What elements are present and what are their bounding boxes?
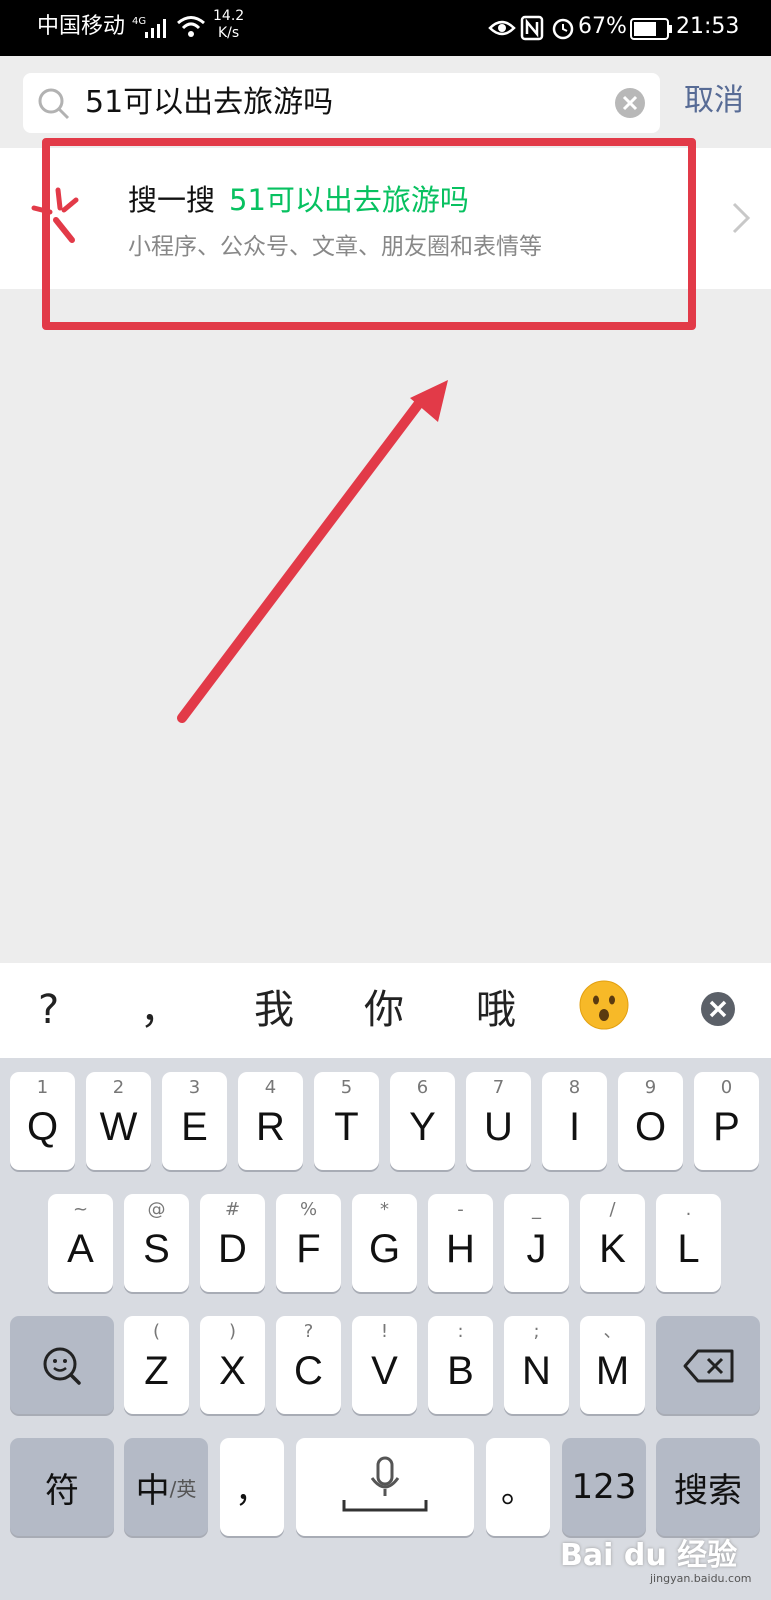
battery-icon [630, 18, 672, 40]
key-h[interactable]: -H [428, 1194, 493, 1292]
key-n[interactable]: ; N [504, 1316, 569, 1414]
wifi-icon [177, 16, 205, 37]
key-l[interactable]: .L [656, 1194, 721, 1292]
symbol-key[interactable]: 符 [10, 1438, 114, 1536]
candidate-wo[interactable]: 我 [254, 987, 294, 1033]
key-q[interactable]: 1Q [10, 1072, 75, 1170]
cancel-button[interactable]: 取消 [684, 83, 744, 119]
alarm-icon [552, 18, 574, 40]
clear-icon[interactable] [614, 87, 646, 119]
key-y[interactable]: 6Y [390, 1072, 455, 1170]
smiley-search-icon [43, 1347, 81, 1385]
clock: 21:53 [676, 14, 740, 39]
annotation-arrow [177, 380, 448, 723]
key-s[interactable]: @ S [124, 1194, 189, 1292]
search-icon [38, 88, 70, 120]
nfc-icon [520, 15, 544, 41]
baidu-jingyan-watermark: Bai du 经验 [560, 1538, 738, 1573]
lang-alt-label: /英 [169, 1476, 197, 1501]
candidate-question[interactable]: ? [38, 987, 59, 1033]
close-candidates-icon[interactable] [700, 991, 736, 1027]
key-p[interactable]: 0P [694, 1072, 759, 1170]
key-k[interactable]: / K [580, 1194, 645, 1292]
number-key[interactable]: 123 [562, 1438, 646, 1536]
key-v[interactable]: ! V [352, 1316, 417, 1414]
keyboard: 1Q 2W 3E 4R 5T 6Y 7U 8I 9O 0P ~ A @ S # D %… [0, 1058, 771, 1600]
backspace-button[interactable] [656, 1316, 760, 1414]
key-x[interactable]: ) X [200, 1316, 265, 1414]
search-input[interactable]: 51可以出去旅游吗 [23, 73, 660, 133]
candidate-o[interactable]: 哦 [476, 987, 516, 1033]
candidate-bar: ? ， 我 你 哦 [0, 963, 771, 1059]
emoji-surprised-icon[interactable] [578, 979, 630, 1031]
microphone-icon [342, 1456, 428, 1512]
signal-icon [145, 19, 166, 38]
candidate-ni[interactable]: 你 [364, 987, 404, 1033]
battery-percent: 67% [578, 14, 627, 39]
search-header: 51可以出去旅游吗 取消 [0, 56, 771, 148]
chevron-right-icon [732, 202, 751, 234]
key-o[interactable]: 9O [618, 1072, 683, 1170]
emoji-keyboard-button[interactable] [10, 1316, 114, 1414]
eye-icon [488, 20, 516, 36]
watermark-site: jingyan.baidu.com [650, 1572, 752, 1585]
key-z[interactable]: (Z [124, 1316, 189, 1414]
language-switch-key[interactable]: 中/英 [124, 1438, 208, 1536]
key-f[interactable]: % F [276, 1194, 341, 1292]
key-u[interactable]: 7U [466, 1072, 531, 1170]
network-speed: 14.2 K/s [213, 8, 245, 41]
key-d[interactable]: # D [200, 1194, 265, 1292]
comma-key[interactable]: ， [220, 1438, 284, 1536]
period-key[interactable]: 。 [486, 1438, 550, 1536]
key-m[interactable]: 、 M [580, 1316, 645, 1414]
lang-main-label: 中 [135, 1470, 170, 1511]
carrier-label: 中国移动 [37, 14, 126, 39]
key-e[interactable]: 3E [162, 1072, 227, 1170]
search-query: 51可以出去旅游吗 [85, 85, 334, 120]
key-i[interactable]: 8I [542, 1072, 607, 1170]
key-w[interactable]: 2W [86, 1072, 151, 1170]
space-key[interactable] [296, 1438, 474, 1536]
backspace-icon [683, 1349, 734, 1383]
status-bar: 中国移动 4G 14.2 K/s 67% 21:53 [0, 0, 771, 56]
key-c[interactable]: ? C [276, 1316, 341, 1414]
annotation-highlight-box [42, 138, 696, 330]
key-a[interactable]: ~ A [48, 1194, 113, 1292]
key-b[interactable]: :B [428, 1316, 493, 1414]
key-j[interactable]: _ J [504, 1194, 569, 1292]
key-g[interactable]: * G [352, 1194, 417, 1292]
key-t[interactable]: 5T [314, 1072, 379, 1170]
key-r[interactable]: 4R [238, 1072, 303, 1170]
candidate-comma[interactable]: ， [140, 987, 180, 1033]
search-key[interactable]: 搜索 [656, 1438, 760, 1536]
